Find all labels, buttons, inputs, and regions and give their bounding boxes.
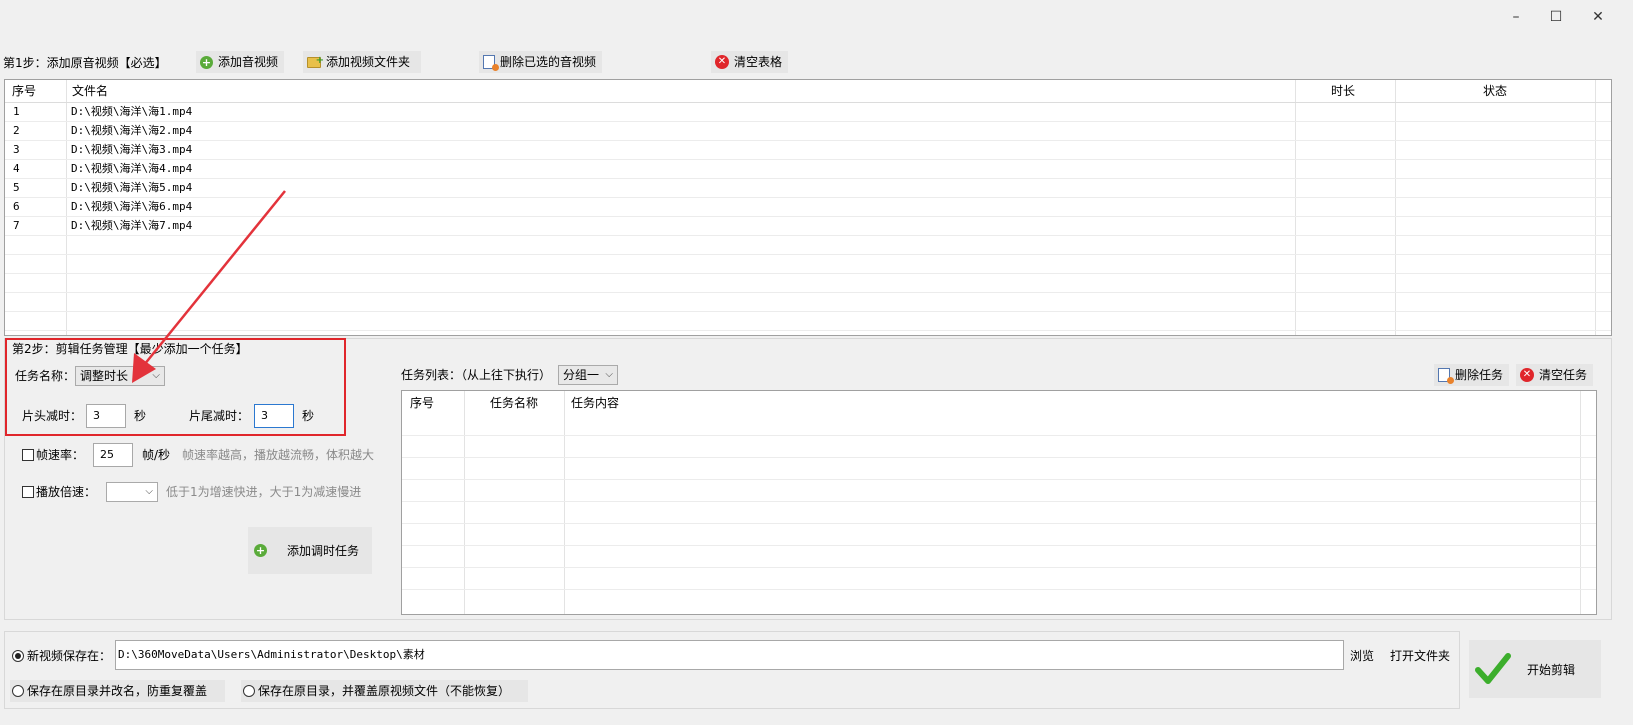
delete-task-button[interactable]: 删除任务 <box>1434 364 1510 386</box>
task-col-index-header[interactable]: 序号 <box>410 392 434 414</box>
overwrite-radio[interactable]: 保存在原目录，并覆盖原视频文件（不能恢复） <box>241 680 529 702</box>
add-av-button[interactable]: + 添加音视频 <box>196 51 285 73</box>
delete-selected-button[interactable]: 删除已选的音视频 <box>479 51 603 73</box>
task-col-content-header[interactable]: 任务内容 <box>571 392 619 414</box>
start-edit-label: 开始剪辑 <box>1527 662 1576 677</box>
table-row-filename[interactable]: D:\视频\海洋\海4.mp4 <box>71 160 192 178</box>
rename-radio[interactable]: 保存在原目录并改名，防重复覆盖 <box>10 680 226 702</box>
framerate-label: 帧速率： <box>36 448 85 462</box>
table-row-index: 1 <box>13 105 20 118</box>
delete-selected-label: 删除已选的音视频 <box>500 55 597 69</box>
framerate-input[interactable]: 25 <box>93 443 133 467</box>
table-row-filename[interactable]: D:\视频\海洋\海2.mp4 <box>71 122 192 140</box>
speed-checkbox-box[interactable] <box>22 486 34 498</box>
save-path-input[interactable]: D:\360MoveData\Users\Administrator\Deskt… <box>115 640 1344 670</box>
add-task-button[interactable]: + 添加调时任务 <box>248 527 372 574</box>
speed-label: 播放倍速： <box>36 485 97 499</box>
group-select[interactable]: 分组一 ⌵ <box>558 365 618 385</box>
table-row-index: 3 <box>13 143 20 156</box>
start-edit-button[interactable]: 开始剪辑 <box>1469 640 1601 698</box>
save-new-label: 新视频保存在： <box>27 649 112 663</box>
delete-doc-icon <box>1438 368 1454 384</box>
save-new-radio-dot[interactable] <box>12 650 24 662</box>
add-folder-icon <box>307 50 324 72</box>
add-folder-label: 添加视频文件夹 <box>326 55 411 69</box>
annotation-arrow <box>132 190 286 383</box>
framerate-unit: 帧/秒 <box>142 448 171 462</box>
step1-label: 第1步：添加原音视频【必选】 <box>3 56 167 70</box>
task-col-name-header[interactable]: 任务名称 <box>490 392 538 414</box>
open-folder-button[interactable]: 打开文件夹 <box>1390 648 1450 664</box>
overwrite-radio-dot[interactable] <box>243 685 255 697</box>
group-value: 分组一 <box>563 368 600 382</box>
table-row-index: 6 <box>13 200 20 213</box>
overwrite-label: 保存在原目录，并覆盖原视频文件（不能恢复） <box>258 684 511 698</box>
add-folder-button[interactable]: 添加视频文件夹 <box>303 50 421 73</box>
table-row-index: 7 <box>13 219 20 232</box>
table-row-index: 5 <box>13 181 20 194</box>
table-row-index: 4 <box>13 162 20 175</box>
col-index-header[interactable]: 序号 <box>12 80 36 102</box>
framerate-hint: 帧速率越高，播放越流畅，体积越大 <box>182 448 375 462</box>
checkmark-icon <box>1475 653 1511 684</box>
save-new-radio[interactable]: 新视频保存在： <box>12 648 111 664</box>
chevron-down-icon: ⌵ <box>145 486 153 497</box>
table-row-index: 2 <box>13 124 20 137</box>
framerate-checkbox[interactable]: 帧速率： <box>22 447 84 463</box>
rename-label: 保存在原目录并改名，防重复覆盖 <box>27 684 208 698</box>
table-row-filename[interactable]: D:\视频\海洋\海1.mp4 <box>71 103 192 121</box>
speed-hint: 低于1为增速快进，大于1为减速慢进 <box>166 485 362 499</box>
add-task-label: 添加调时任务 <box>287 544 360 558</box>
add-circle-icon: + <box>254 544 267 557</box>
framerate-checkbox-box[interactable] <box>22 449 34 461</box>
rename-radio-dot[interactable] <box>12 685 24 697</box>
delete-task-label: 删除任务 <box>1455 368 1504 382</box>
add-circle-icon: + <box>200 55 213 69</box>
clear-tasks-label: 清空任务 <box>1539 368 1588 382</box>
speed-checkbox[interactable]: 播放倍速： <box>22 484 96 500</box>
clear-table-button[interactable]: ✕ 清空表格 <box>711 51 789 73</box>
chevron-down-icon: ⌵ <box>605 369 613 380</box>
col-status-header[interactable]: 状态 <box>1483 80 1507 102</box>
clear-table-label: 清空表格 <box>734 55 783 69</box>
close-window-button[interactable]: ✕ <box>1580 6 1616 28</box>
col-duration-header[interactable]: 时长 <box>1331 80 1355 102</box>
browse-button[interactable]: 浏览 <box>1350 648 1374 664</box>
col-filename-header[interactable]: 文件名 <box>72 80 108 102</box>
clear-icon: ✕ <box>715 55 729 69</box>
speed-select[interactable]: ⌵ <box>106 482 158 502</box>
add-av-label: 添加音视频 <box>218 55 279 69</box>
delete-doc-icon <box>483 55 499 71</box>
clear-icon: ✕ <box>1520 368 1534 382</box>
maximize-button[interactable]: ☐ <box>1538 6 1574 28</box>
table-row-filename[interactable]: D:\视频\海洋\海3.mp4 <box>71 141 192 159</box>
clear-tasks-button[interactable]: ✕ 清空任务 <box>1516 364 1594 386</box>
minimize-button[interactable]: – <box>1498 6 1534 28</box>
task-list-label: 任务列表：（从上往下执行） <box>401 368 552 382</box>
task-table[interactable]: 序号 任务名称 任务内容 <box>401 390 1597 615</box>
